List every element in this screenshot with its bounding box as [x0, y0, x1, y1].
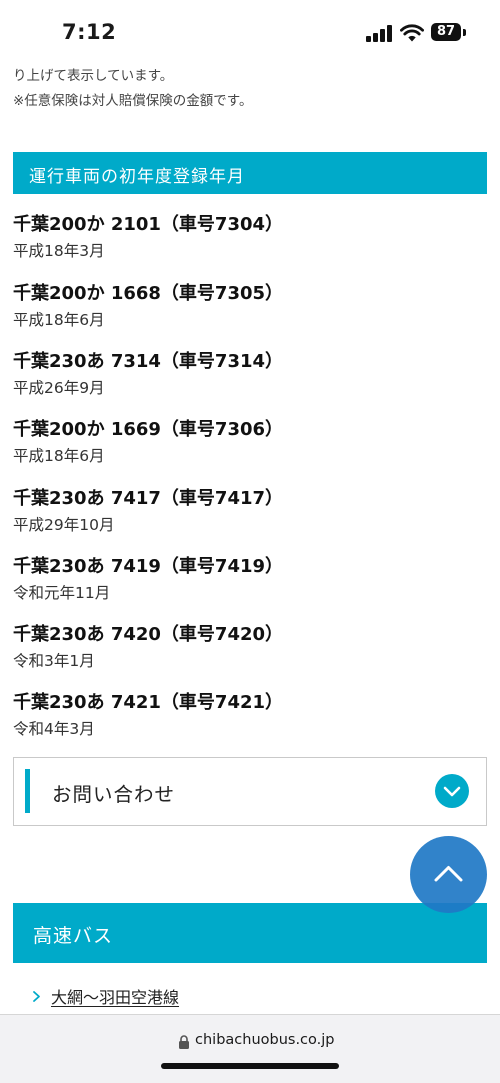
- status-bar: 7:12 87: [0, 0, 500, 62]
- insurance-note: ※任意保険は対人賠償保険の金額です。: [13, 93, 253, 109]
- lock-icon: [179, 1035, 189, 1049]
- route-link-label[interactable]: 大網〜羽田空港線: [51, 988, 179, 1007]
- contact-accent-bar: [25, 769, 30, 813]
- url-text[interactable]: chibachuobus.co.jp: [195, 1032, 335, 1048]
- vehicle-registered: 平成18年3月: [13, 242, 105, 260]
- vehicle-registered: 令和3年1月: [13, 652, 95, 670]
- vehicle-item: 千葉230あ 7417（車号7417） 平成29年10月: [13, 484, 483, 535]
- vehicle-item: 千葉230あ 7314（車号7314） 平成26年9月: [13, 347, 483, 398]
- status-time: 7:12: [62, 20, 117, 44]
- vehicle-registered: 平成29年10月: [13, 516, 115, 534]
- vehicle-item: 千葉200か 1668（車号7305） 平成18年6月: [13, 279, 483, 330]
- vehicle-plate: 千葉230あ 7419（車号7419）: [13, 556, 284, 577]
- vehicle-plate: 千葉200か 2101（車号7304）: [13, 214, 284, 235]
- vehicle-plate: 千葉200か 1669（車号7306）: [13, 419, 284, 440]
- contact-accordion[interactable]: お問い合わせ: [13, 757, 487, 826]
- vehicle-registered: 令和4年3月: [13, 720, 95, 738]
- vehicle-plate: 千葉230あ 7421（車号7421）: [13, 692, 284, 713]
- chevron-up-icon: [434, 866, 463, 882]
- scroll-top-button[interactable]: [410, 836, 487, 913]
- vehicle-registered: 平成26年9月: [13, 379, 105, 397]
- section-title: 運行車両の初年度登録年月: [29, 167, 245, 187]
- browser-address-bar[interactable]: chibachuobus.co.jp: [0, 1014, 500, 1083]
- vehicle-registered: 平成18年6月: [13, 447, 105, 465]
- battery-indicator: 87: [431, 23, 461, 41]
- wifi-icon: [400, 24, 424, 42]
- vehicle-plate: 千葉230あ 7314（車号7314）: [13, 351, 284, 372]
- vehicle-plate: 千葉230あ 7417（車号7417）: [13, 488, 284, 509]
- vehicle-plate: 千葉230あ 7420（車号7420）: [13, 624, 284, 645]
- chevron-down-icon[interactable]: [435, 774, 469, 808]
- vehicle-plate: 千葉200か 1668（車号7305）: [13, 283, 284, 304]
- vehicle-registered: 平成18年6月: [13, 311, 105, 329]
- route-link[interactable]: 大網〜羽田空港線: [32, 984, 179, 1008]
- highway-bus-title: 高速バス: [33, 925, 114, 947]
- chevron-right-icon: [32, 990, 41, 1007]
- vehicle-item: 千葉200か 2101（車号7304） 平成18年3月: [13, 210, 483, 261]
- contact-label: お問い合わせ: [52, 783, 176, 806]
- vehicle-item: 千葉230あ 7420（車号7420） 令和3年1月: [13, 620, 483, 671]
- home-indicator: [161, 1063, 339, 1069]
- vehicle-item: 千葉230あ 7421（車号7421） 令和4年3月: [13, 688, 483, 739]
- vehicle-item: 千葉230あ 7419（車号7419） 令和元年11月: [13, 552, 483, 603]
- cellular-signal-icon: [366, 25, 392, 42]
- battery-cap: [463, 29, 466, 36]
- section-header: 運行車両の初年度登録年月: [13, 152, 487, 194]
- vehicle-registered: 令和元年11月: [13, 584, 111, 602]
- vehicle-item: 千葉200か 1669（車号7306） 平成18年6月: [13, 415, 483, 466]
- note-text: り上げて表示しています。: [13, 68, 174, 84]
